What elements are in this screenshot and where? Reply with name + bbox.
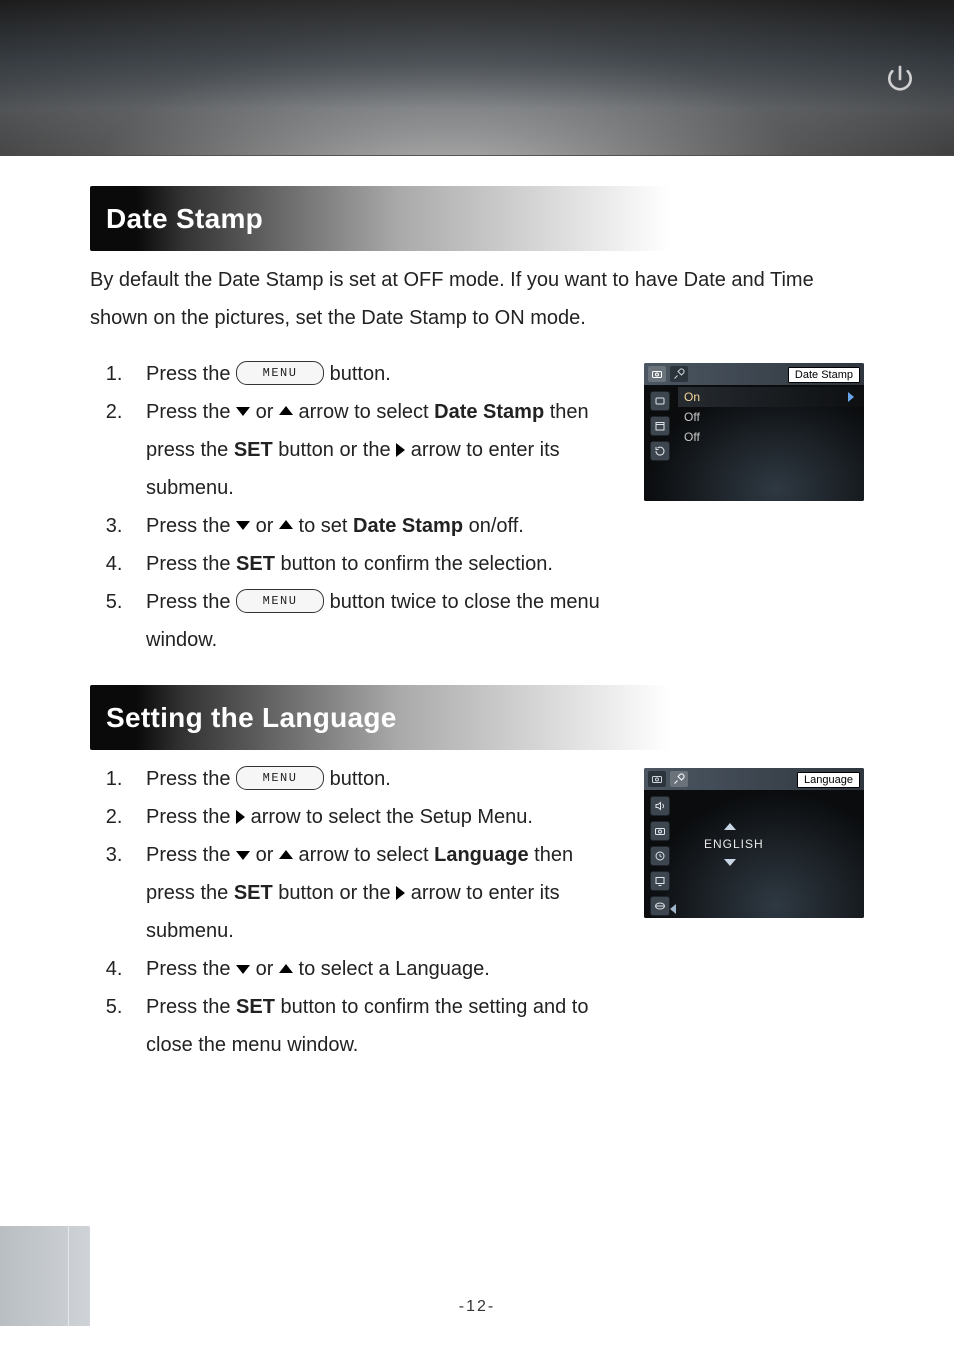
text: button to confirm the selection.: [281, 553, 553, 575]
text: Press the: [146, 363, 236, 385]
page-number: -12-: [0, 1298, 954, 1316]
text: or: [256, 515, 279, 537]
text: arrow to select the Setup Menu.: [251, 806, 533, 828]
quality-icon: [650, 391, 670, 411]
text: Press the: [146, 553, 236, 575]
bold-text: SET: [236, 553, 275, 575]
up-arrow-icon: [279, 964, 293, 973]
down-arrow-icon: [236, 521, 250, 530]
language-step-2: Press the arrow to select the Setup Menu…: [128, 798, 620, 836]
date-stamp-intro: By default the Date Stamp is set at OFF …: [90, 261, 864, 337]
language-menu-screenshot: Language: [644, 768, 864, 918]
bold-text: Language: [434, 844, 528, 866]
language-icon: [650, 896, 670, 916]
bold-text: SET: [234, 439, 273, 461]
right-arrow-icon: [236, 810, 245, 824]
text: Press the: [146, 401, 236, 423]
review-icon: [650, 821, 670, 841]
text: Press the: [146, 844, 236, 866]
up-arrow-icon: [279, 520, 293, 529]
text: button.: [330, 363, 391, 385]
down-arrow-icon: [236, 407, 250, 416]
tab-tools-icon: [670, 771, 688, 787]
menu-row-off-1: Off: [678, 407, 864, 427]
page-content: Date Stamp By default the Date Stamp is …: [0, 156, 954, 1064]
menu-row-label: Off: [684, 426, 700, 449]
language-step-4: Press the or to select a Language.: [128, 950, 620, 988]
text: or: [256, 401, 279, 423]
clock-icon: [650, 846, 670, 866]
menu-button-icon: MENU: [236, 361, 324, 385]
date-icon: [650, 416, 670, 436]
date-stamp-step-4: Press the SET button to confirm the sele…: [128, 545, 620, 583]
rotate-icon: [650, 441, 670, 461]
bold-text: SET: [236, 996, 275, 1018]
section-title-language: Setting the Language: [90, 685, 864, 750]
up-arrow-icon: [279, 850, 293, 859]
tab-camera-icon: [648, 771, 666, 787]
text: Press the: [146, 515, 236, 537]
text: button.: [330, 768, 391, 790]
text: Press the: [146, 768, 236, 790]
text: arrow to select: [299, 844, 435, 866]
right-arrow-icon: [396, 443, 405, 457]
text: Press the: [146, 996, 236, 1018]
up-arrow-icon: [279, 406, 293, 415]
date-stamp-step-3: Press the or to set Date Stamp on/off.: [128, 507, 620, 545]
text: or: [256, 844, 279, 866]
screenshot-title: Language: [797, 768, 860, 790]
down-arrow-icon: [236, 851, 250, 860]
bold-text: Date Stamp: [434, 401, 544, 423]
date-stamp-step-1: Press the MENU button.: [128, 355, 620, 393]
language-steps: Press the MENU button. Press the arrow t…: [128, 760, 620, 1064]
text: Press the: [146, 806, 236, 828]
text: or: [256, 958, 279, 980]
text: on/off.: [469, 515, 524, 537]
text: to set: [299, 515, 353, 537]
bold-text: Date Stamp: [353, 515, 463, 537]
text: button or the: [278, 439, 396, 461]
menu-row-on: On: [678, 387, 864, 407]
menu-row-off-2: Off: [678, 427, 864, 447]
date-stamp-step-5: Press the MENU button twice to close the…: [128, 583, 620, 659]
language-selector: ENGLISH: [704, 820, 834, 869]
text: button or the: [278, 882, 396, 904]
sound-icon: [650, 796, 670, 816]
text: arrow to select: [299, 401, 435, 423]
menu-button-icon: MENU: [236, 589, 324, 613]
up-arrow-icon: [724, 823, 736, 830]
right-arrow-icon: [396, 886, 405, 900]
left-arrow-icon: [670, 904, 676, 914]
date-stamp-steps: Press the MENU button. Press the or arro…: [128, 355, 620, 659]
date-stamp-menu-screenshot: Date Stamp On: [644, 363, 864, 501]
section-title-date-stamp: Date Stamp: [90, 186, 864, 251]
text: to select a Language.: [299, 958, 490, 980]
right-arrow-icon: [848, 392, 854, 402]
text: Press the: [146, 958, 236, 980]
text: Press the: [146, 591, 236, 613]
bold-text: SET: [234, 882, 273, 904]
down-arrow-icon: [236, 965, 250, 974]
down-arrow-icon: [724, 859, 736, 866]
date-stamp-step-2: Press the or arrow to select Date Stamp …: [128, 393, 620, 507]
language-step-3: Press the or arrow to select Language th…: [128, 836, 620, 950]
tab-tools-icon: [670, 366, 688, 382]
manual-header-band: [0, 0, 954, 156]
menu-button-icon: MENU: [236, 766, 324, 790]
display-icon: [650, 871, 670, 891]
language-step-5: Press the SET button to confirm the sett…: [128, 988, 620, 1064]
power-icon: [876, 55, 924, 103]
tab-camera-icon: [648, 366, 666, 382]
screenshot-title: Date Stamp: [788, 363, 860, 385]
language-value: ENGLISH: [704, 833, 834, 856]
language-step-1: Press the MENU button.: [128, 760, 620, 798]
